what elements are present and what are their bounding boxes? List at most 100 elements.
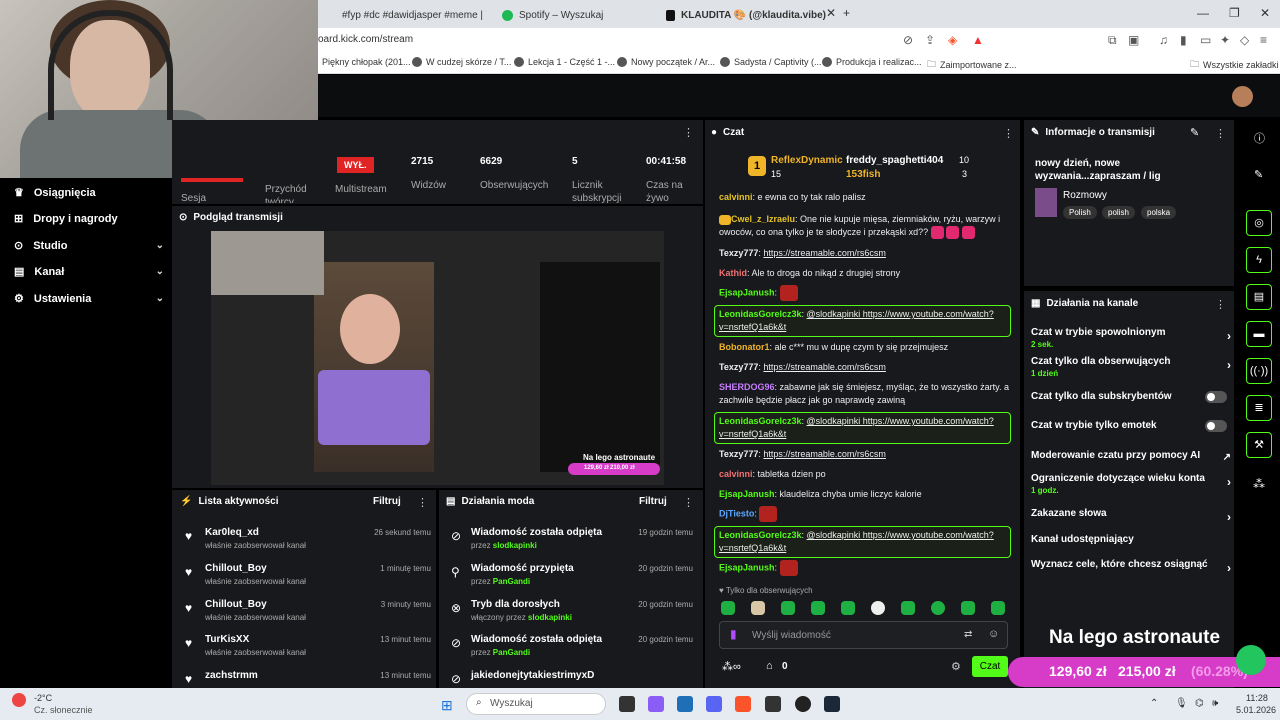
brave-rewards-icon[interactable]: ▲: [972, 33, 984, 47]
eye-off-icon[interactable]: ⊘: [903, 33, 913, 47]
bookmark-folder[interactable]: 🗀 Zaimportowane z...: [927, 57, 1017, 73]
wallet-icon[interactable]: ▭: [1200, 33, 1211, 47]
volume-icon[interactable]: 🕪: [1212, 698, 1218, 709]
sidebar-item-achievements[interactable]: ♛ Osiągnięcia: [14, 186, 164, 200]
preview-icon: ⊙: [179, 212, 188, 223]
extensions-icon[interactable]: ⧉: [1108, 33, 1117, 48]
option-slow-mode[interactable]: Czat w trybie spowolnionym 2 sek. ›: [1031, 327, 1231, 349]
points-icon[interactable]: ⁂: [1253, 477, 1265, 491]
bookmark-5[interactable]: Sadysta / Captivity (...: [720, 57, 822, 67]
sidebar-icon[interactable]: ▮: [1180, 33, 1187, 47]
weather-icon[interactable]: [12, 693, 26, 707]
bookmark-2[interactable]: W cudzej skórze / T...: [412, 57, 511, 67]
sidebar-item-channel[interactable]: ▤ Kanał ⌄: [14, 265, 164, 279]
option-account-age[interactable]: Ograniczenie dotyczące wieku konta 1 godz…: [1031, 473, 1231, 495]
more-options-icon[interactable]: ⋮: [1215, 298, 1226, 311]
option-goals[interactable]: Wyznacz cele, które chcesz osiągnąć ›: [1031, 559, 1231, 575]
browser-tab-spotify[interactable]: Spotify – Wyszukaj: [502, 4, 652, 26]
emote-icon[interactable]: [931, 601, 945, 615]
menu-icon[interactable]: ≡: [1260, 33, 1267, 47]
option-followers-only[interactable]: Czat tylko dla obserwujących 1 dzień ›: [1031, 356, 1231, 378]
emote-icon[interactable]: [901, 601, 915, 615]
store-icon[interactable]: [677, 696, 693, 712]
translate-icon[interactable]: ⇄: [964, 629, 972, 640]
minimize-button[interactable]: —: [1197, 6, 1209, 20]
url-text[interactable]: oard.kick.com/stream: [318, 34, 413, 45]
sidebar-item-settings[interactable]: ⚙ Ustawienia ⌄: [14, 292, 164, 306]
steam-icon[interactable]: [824, 696, 840, 712]
mod-filter-button[interactable]: Filtruj: [639, 496, 667, 507]
emote-icon[interactable]: [721, 601, 735, 615]
vpn-icon[interactable]: ◇: [1240, 33, 1249, 47]
multistream-toggle-button[interactable]: WYŁ.: [337, 157, 374, 173]
copilot-icon[interactable]: [648, 696, 664, 712]
network-icon[interactable]: ⌬: [1195, 698, 1204, 709]
close-window-button[interactable]: ✕: [1260, 6, 1270, 20]
leo-icon[interactable]: ✦: [1220, 33, 1230, 47]
emote-icon[interactable]: [841, 601, 855, 615]
option-banned-words[interactable]: Zakazane słowa ›: [1031, 508, 1231, 524]
discord-icon[interactable]: [706, 696, 722, 712]
pencil-icon[interactable]: ✎: [1254, 168, 1263, 181]
chat-settings-icon[interactable]: ⚙: [951, 660, 961, 673]
more-options-icon[interactable]: ⋮: [683, 496, 694, 509]
rail-button-flash[interactable]: ϟ: [1246, 247, 1272, 273]
sidebar-item-studio[interactable]: ⊙ Studio ⌄: [14, 239, 164, 253]
option-ai-moderation[interactable]: Moderowanie czatu przy pomocy AI ↗: [1031, 450, 1231, 463]
browser-tab-tiktok[interactable]: #fyp #dc #dawidjasper #meme | TikT: [336, 4, 486, 26]
tab-close-icon[interactable]: ✕: [826, 6, 836, 20]
avatar[interactable]: [1232, 86, 1253, 107]
rail-button-camera[interactable]: ◎: [1246, 210, 1272, 236]
obs-icon[interactable]: [795, 696, 811, 712]
more-options-icon[interactable]: ⋮: [1215, 127, 1226, 140]
more-options-icon[interactable]: ⋮: [1003, 127, 1014, 140]
emote-icon[interactable]: [871, 601, 885, 615]
rail-button-list[interactable]: ≣: [1246, 395, 1272, 421]
mic-icon[interactable]: ▮: [730, 627, 737, 641]
preview-price-1: 129,60 zł: [584, 465, 609, 471]
gift-icon[interactable]: ⌂: [766, 660, 773, 672]
browser-tab-klaudita[interactable]: KLAUDITA 🎨 (@klaudita.vibe): [666, 4, 826, 26]
emote-icon[interactable]: [751, 601, 765, 615]
rail-button-chat[interactable]: ▬: [1246, 321, 1272, 347]
taskbar-search[interactable]: [466, 693, 606, 715]
taskview-icon[interactable]: [619, 696, 635, 712]
emote-icon[interactable]: [811, 601, 825, 615]
points-icon[interactable]: ⁂∞: [722, 660, 741, 673]
new-tab-button[interactable]: +: [843, 6, 850, 20]
tray-chevron-icon[interactable]: ⌃: [1150, 698, 1158, 709]
all-bookmarks[interactable]: 🗀 Wszystkie zakładki: [1190, 57, 1279, 73]
share-icon[interactable]: ⇪: [925, 33, 935, 47]
bookmark-1[interactable]: Piękny chłopak (201...: [322, 57, 411, 67]
edit-icon[interactable]: ✎: [1190, 126, 1199, 139]
more-options-icon[interactable]: ⋮: [683, 126, 694, 139]
bookmark-6[interactable]: Produkcja i realizac...: [822, 57, 922, 67]
emote-icon[interactable]: [781, 601, 795, 615]
screenshot-icon[interactable]: ▣: [1128, 33, 1139, 47]
chat-send-button[interactable]: Czat: [972, 656, 1008, 677]
brave-shield-icon[interactable]: ◈: [948, 33, 957, 47]
subs-only-toggle[interactable]: [1205, 391, 1227, 403]
help-button[interactable]: [1236, 645, 1266, 675]
emote-only-toggle[interactable]: [1205, 420, 1227, 432]
option-host-channel[interactable]: Kanał udostępniający: [1031, 534, 1231, 545]
bookmark-4[interactable]: Nowy początek / Ar...: [617, 57, 715, 67]
info-icon[interactable]: ⓘ: [1254, 130, 1265, 146]
emote-icon[interactable]: [961, 601, 975, 615]
emoji-icon[interactable]: ☺: [988, 628, 999, 640]
sidebar-item-drops[interactable]: ⊞ Dropy i nagrody: [14, 212, 164, 226]
rail-button-broadcast[interactable]: ((·)): [1246, 358, 1272, 384]
maximize-button[interactable]: ❐: [1229, 6, 1240, 20]
bookmark-3[interactable]: Lekcja 1 - Część 1 -...: [514, 57, 615, 67]
rail-button-tools[interactable]: ⚒: [1246, 432, 1272, 458]
app-icon[interactable]: [765, 696, 781, 712]
rail-button-clipboard[interactable]: ▤: [1246, 284, 1272, 310]
emote-icon[interactable]: [991, 601, 1005, 615]
mic-tray-icon[interactable]: 🎙: [1175, 698, 1188, 709]
studio-icon: ⊙: [14, 240, 24, 252]
brave-icon[interactable]: [735, 696, 751, 712]
windows-start-icon[interactable]: ⊞: [441, 697, 453, 714]
music-icon[interactable]: ♫: [1159, 33, 1168, 47]
activity-filter-button[interactable]: Filtruj: [373, 496, 401, 507]
more-options-icon[interactable]: ⋮: [417, 496, 428, 509]
